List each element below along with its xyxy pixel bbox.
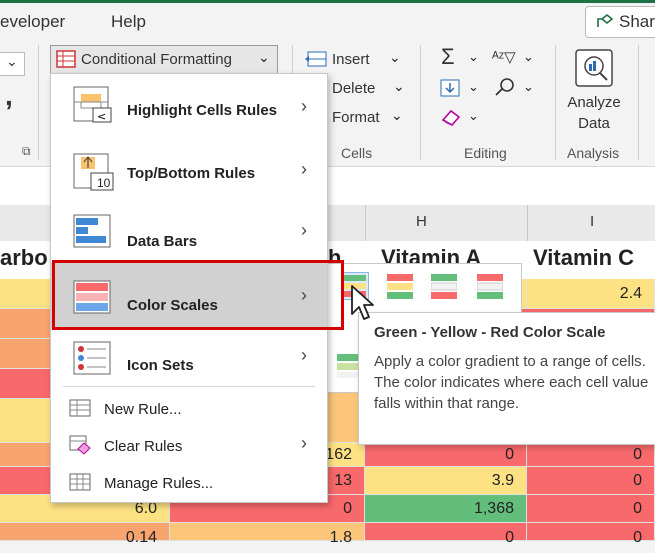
menu-label: Highlight Cells Rules bbox=[127, 102, 278, 119]
cell[interactable]: 0 bbox=[527, 467, 655, 495]
column-header-h[interactable]: H bbox=[416, 213, 427, 230]
color-scale-tooltip: Green - Yellow - Red Color Scale Apply a… bbox=[358, 312, 655, 445]
chevron-down-icon[interactable]: ⌄ bbox=[523, 49, 534, 65]
menu-label: New Rule... bbox=[104, 401, 182, 418]
cell[interactable]: 0 bbox=[365, 443, 527, 467]
cell[interactable]: 1.8 bbox=[170, 523, 365, 546]
red-yellow-green-scale-icon[interactable] bbox=[387, 274, 413, 300]
tab-developer[interactable]: eveloper bbox=[0, 12, 65, 32]
tooltip-body: Apply a color gradient to a range of cel… bbox=[374, 353, 649, 412]
green-white-red-scale-icon[interactable] bbox=[431, 274, 457, 300]
menu-label: Data Bars bbox=[127, 233, 198, 250]
font-size-dropdown[interactable]: ⌄ bbox=[0, 52, 25, 76]
highlight-annotation-box bbox=[52, 260, 344, 330]
sort-filter-icon[interactable]: ᴬᶻ▽ bbox=[492, 48, 516, 66]
analyze-data-label-1: Analyze bbox=[567, 94, 621, 111]
cell[interactable]: 0 bbox=[365, 523, 527, 546]
share-button[interactable]: Shar bbox=[585, 6, 655, 38]
insert-icon bbox=[305, 50, 327, 68]
editing-group-label: Editing bbox=[464, 145, 507, 161]
top-bottom-icon-number: 10 bbox=[97, 176, 111, 190]
menu-item-clear-rules[interactable]: Clear Rules › bbox=[51, 428, 327, 464]
analyze-data-button[interactable]: Analyze Data bbox=[562, 92, 626, 134]
analysis-group-label: Analysis bbox=[567, 145, 620, 161]
cell[interactable]: 2.4 bbox=[527, 279, 655, 309]
highlight-cells-icon: < bbox=[73, 86, 113, 124]
chevron-right-icon: › bbox=[301, 433, 307, 453]
menu-label: Icon Sets bbox=[127, 357, 194, 374]
find-select-icon[interactable] bbox=[494, 77, 516, 97]
conditional-formatting-button[interactable]: Conditional Formatting ⌄ bbox=[50, 45, 278, 75]
mouse-cursor-icon bbox=[350, 284, 376, 324]
conditional-formatting-label: Conditional Formatting bbox=[81, 51, 232, 68]
column-divider bbox=[527, 205, 528, 241]
ribbon-separator bbox=[555, 45, 556, 160]
chevron-right-icon: › bbox=[301, 345, 307, 365]
menu-item-icon-sets[interactable]: Icon Sets › bbox=[51, 329, 327, 386]
chevron-down-icon[interactable]: ⌄ bbox=[393, 78, 405, 95]
dialog-launcher-icon[interactable]: ⧉ bbox=[22, 144, 31, 159]
menu-label: Manage Rules... bbox=[104, 475, 214, 492]
window-accent-line bbox=[0, 0, 655, 3]
cell[interactable]: 0 bbox=[527, 523, 655, 546]
icon-sets-icon bbox=[73, 341, 113, 375]
analyze-data-label-2: Data bbox=[578, 115, 610, 132]
share-icon bbox=[596, 13, 614, 29]
chevron-down-icon: ⌄ bbox=[6, 53, 18, 69]
ribbon-tab-bar bbox=[0, 0, 655, 38]
cell[interactable]: 0 bbox=[527, 443, 655, 467]
menu-divider bbox=[63, 386, 315, 387]
chevron-down-icon[interactable]: ⌄ bbox=[468, 79, 479, 95]
data-bars-icon bbox=[73, 214, 113, 248]
insert-button[interactable]: Insert bbox=[332, 51, 370, 68]
ribbon-separator bbox=[38, 45, 39, 160]
menu-label: Top/Bottom Rules bbox=[127, 165, 256, 182]
chevron-down-icon: ⌄ bbox=[258, 49, 270, 65]
new-rule-icon bbox=[69, 399, 91, 417]
red-white-green-scale-icon[interactable] bbox=[477, 274, 503, 300]
menu-item-highlight-cells-rules[interactable]: < Highlight Cells Rules › bbox=[51, 74, 327, 138]
menu-item-new-rule[interactable]: New Rule... bbox=[51, 392, 327, 426]
tooltip-title: Green - Yellow - Red Color Scale bbox=[374, 324, 606, 341]
manage-rules-icon bbox=[69, 473, 91, 491]
chevron-down-icon[interactable]: ⌄ bbox=[468, 108, 479, 124]
menu-item-top-bottom-rules[interactable]: 10 Top/Bottom Rules › bbox=[51, 138, 327, 200]
header-carbs[interactable]: arbo bbox=[0, 245, 48, 271]
autosum-icon[interactable]: Σ bbox=[441, 44, 455, 70]
fill-icon[interactable] bbox=[440, 79, 460, 97]
chevron-down-icon[interactable]: ⌄ bbox=[468, 49, 479, 65]
menu-item-data-bars[interactable]: Data Bars › bbox=[51, 200, 327, 262]
ribbon-separator bbox=[420, 45, 421, 160]
chevron-right-icon: › bbox=[301, 159, 307, 179]
menu-label: Clear Rules bbox=[104, 438, 183, 455]
cells-group-label: Cells bbox=[341, 145, 373, 161]
tab-help[interactable]: Help bbox=[111, 12, 146, 32]
chevron-right-icon: › bbox=[301, 96, 307, 116]
clear-rules-icon bbox=[69, 435, 91, 455]
chevron-down-icon[interactable]: ⌄ bbox=[523, 79, 534, 95]
cell[interactable]: 1,368 bbox=[365, 495, 527, 523]
cell[interactable]: 0 bbox=[527, 495, 655, 523]
comma-style-icon[interactable]: , bbox=[5, 80, 13, 112]
column-header-i[interactable]: I bbox=[590, 213, 594, 230]
column-divider bbox=[365, 205, 366, 241]
delete-button[interactable]: Delete bbox=[332, 80, 375, 97]
menu-item-manage-rules[interactable]: Manage Rules... bbox=[51, 466, 327, 500]
cell[interactable]: 0.14 bbox=[0, 523, 170, 546]
analyze-data-icon bbox=[572, 46, 616, 90]
chevron-down-icon[interactable]: ⌄ bbox=[389, 49, 401, 66]
clear-eraser-icon[interactable] bbox=[440, 108, 462, 126]
chevron-right-icon: › bbox=[301, 220, 307, 240]
header-vitamin-c[interactable]: Vitamin C bbox=[533, 245, 634, 271]
ribbon-separator bbox=[638, 45, 639, 160]
cell[interactable]: 3.9 bbox=[365, 467, 527, 495]
chevron-down-icon[interactable]: ⌄ bbox=[391, 107, 403, 124]
format-button[interactable]: Format bbox=[332, 109, 380, 126]
svg-text:<: < bbox=[97, 110, 106, 123]
conditional-formatting-icon bbox=[56, 50, 76, 68]
share-label: Shar bbox=[619, 12, 655, 31]
